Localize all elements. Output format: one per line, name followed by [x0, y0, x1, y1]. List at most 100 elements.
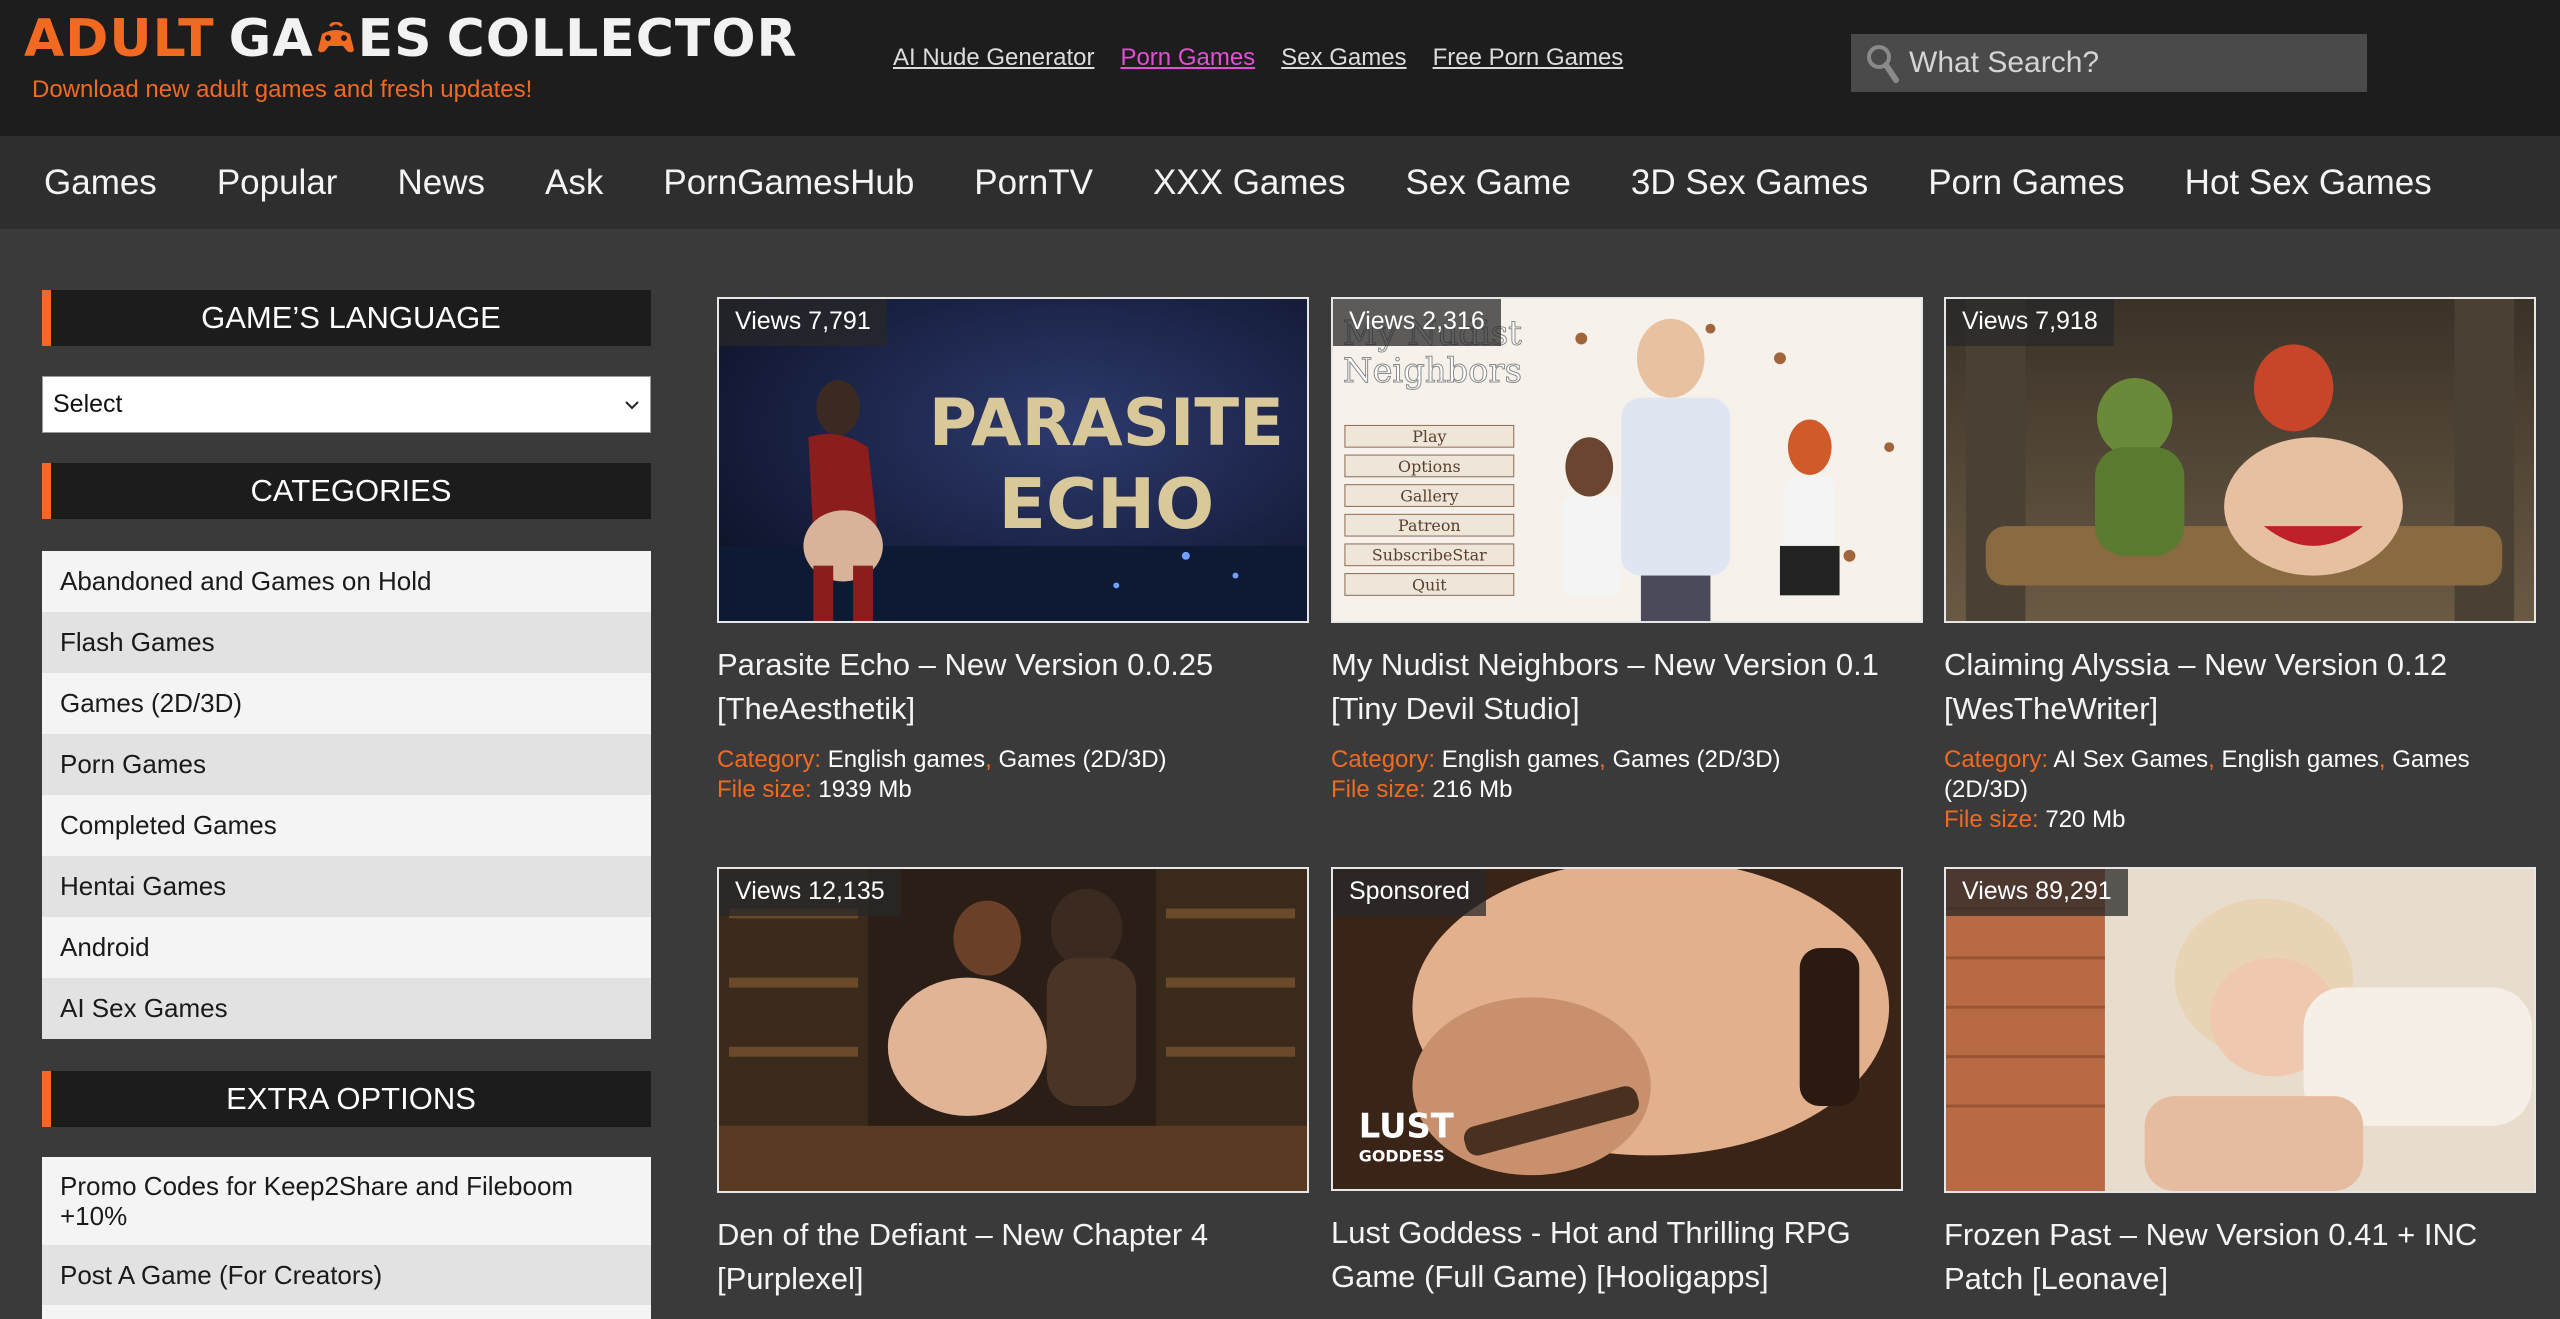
header-link-porn-games[interactable]: Porn Games — [1120, 44, 1255, 72]
file-size-label: File size: — [1944, 806, 2039, 833]
game-thumbnail[interactable]: PARASITE ECHO Views 7,791 — [717, 297, 1309, 623]
game-title-link[interactable]: Den of the Defiant – New Chapter 4 [Purp… — [717, 1213, 1309, 1301]
nav-item-ask[interactable]: Ask — [545, 163, 603, 203]
nav-item-3d-sex-games[interactable]: 3D Sex Games — [1631, 163, 1868, 203]
header-link-sex-games[interactable]: Sex Games — [1281, 44, 1406, 72]
logo-word-collector: COLLECTOR — [446, 9, 798, 69]
game-thumbnail[interactable]: My Nudist Neighbors Play Options Gallery… — [1331, 297, 1923, 623]
main-nav: Games Popular News Ask PornGamesHub Porn… — [0, 136, 2560, 229]
game-thumbnail[interactable]: Views 7,918 — [1944, 297, 2536, 623]
category-item[interactable]: Hentai Games — [42, 856, 651, 917]
category-link[interactable]: English games — [2221, 746, 2378, 773]
category-item[interactable]: Games (2D/3D) — [42, 673, 651, 734]
nav-item-sex-game[interactable]: Sex Game — [1406, 163, 1571, 203]
nav-item-news[interactable]: News — [397, 163, 485, 203]
category-link[interactable]: English games — [1442, 746, 1599, 773]
views-badge: Views 7,791 — [719, 299, 887, 346]
search-input[interactable] — [1909, 46, 2349, 80]
nav-item-hot-sex-games[interactable]: Hot Sex Games — [2185, 163, 2432, 203]
thumbnail-text: Patreon — [1398, 516, 1461, 535]
file-size-value: 216 Mb — [1432, 776, 1513, 803]
logo-word-games-start: GA — [228, 9, 314, 69]
thumbnail-text: PARASITE — [929, 385, 1284, 461]
category-item[interactable]: Porn Games — [42, 734, 651, 795]
thumbnail-art — [719, 869, 1307, 1191]
game-meta: Category: English games, Games (2D/3D) F… — [1331, 746, 1781, 803]
search-box — [1851, 34, 2367, 92]
thumbnail-art: PARASITE ECHO — [719, 299, 1307, 621]
search-icon[interactable] — [1865, 43, 1899, 83]
game-meta: Category: AI Sex Games, English games, G… — [1944, 746, 2470, 833]
extra-option-item[interactable]: Promo Codes for Keep2Share and Fileboom … — [42, 1157, 651, 1245]
game-card: Views 12,135 Den of the Defiant – New Ch… — [717, 867, 1309, 1301]
thumbnail-art: LUST GODDESS — [1333, 869, 1901, 1189]
category-label: Category: — [1944, 746, 2049, 773]
game-title-link[interactable]: My Nudist Neighbors – New Version 0.1 [T… — [1331, 643, 1923, 731]
nav-item-porn-games[interactable]: Porn Games — [1928, 163, 2124, 203]
category-link[interactable]: Games (2D/3D) — [1613, 746, 1781, 773]
category-item[interactable]: Abandoned and Games on Hold — [42, 551, 651, 612]
category-link[interactable]: English games — [828, 746, 985, 773]
thumbnail-art — [1946, 869, 2534, 1191]
thumbnail-text: Quit — [1412, 575, 1447, 594]
sponsored-thumbnail[interactable]: LUST GODDESS Sponsored — [1331, 867, 1903, 1191]
thumbnail-text: Play — [1412, 427, 1446, 446]
nav-item-games[interactable]: Games — [44, 163, 157, 203]
thumbnail-text: GODDESS — [1359, 1146, 1445, 1165]
category-item[interactable]: Android — [42, 917, 651, 978]
thumbnail-text: LUST — [1359, 1107, 1454, 1146]
language-select-value: Select — [53, 390, 123, 418]
logo-word-games-end: ES — [357, 9, 433, 69]
game-title-link[interactable]: Parasite Echo – New Version 0.0.25 [TheA… — [717, 643, 1309, 731]
category-item[interactable]: AI Sex Games — [42, 978, 651, 1039]
header-link-free-porn-games[interactable]: Free Porn Games — [1433, 44, 1624, 72]
thumbnail-text: Neighbors — [1343, 351, 1522, 390]
sidebar: GAME’S LANGUAGE Select CATEGORIES Abando… — [42, 290, 651, 1319]
category-item[interactable]: Completed Games — [42, 795, 651, 856]
chevron-down-icon — [625, 400, 639, 409]
category-link[interactable]: AI Sex Games — [2053, 746, 2208, 773]
header-link-ai-nude-generator[interactable]: AI Nude Generator — [893, 44, 1094, 72]
categories-widget-title: CATEGORIES — [42, 463, 651, 519]
extra-option-item[interactable]: Post A Game (For Creators) — [42, 1245, 651, 1305]
thumbnail-art — [1946, 299, 2534, 621]
game-thumbnail[interactable]: Views 89,291 — [1944, 867, 2536, 1193]
sponsored-card: LUST GODDESS Sponsored Lust Goddess - Ho… — [1331, 867, 1903, 1299]
site-header: ADULT GA ES COLLECTOR Download new adult… — [0, 0, 2560, 136]
nav-item-xxx-games[interactable]: XXX Games — [1153, 163, 1346, 203]
file-size-value: 1939 Mb — [818, 776, 912, 803]
game-meta: Category: English games, Games (2D/3D) F… — [717, 746, 1167, 803]
game-title-link[interactable]: Claiming Alyssia – New Version 0.12 [Wes… — [1944, 643, 2536, 731]
site-tagline: Download new adult games and fresh updat… — [32, 76, 533, 103]
gamepad-icon — [316, 22, 356, 56]
categories-list: Abandoned and Games on Hold Flash Games … — [42, 551, 651, 1039]
file-size-value: 720 Mb — [2045, 806, 2126, 833]
language-widget-title: GAME’S LANGUAGE — [42, 290, 651, 346]
header-links: AI Nude Generator Porn Games Sex Games F… — [893, 44, 1623, 72]
category-link[interactable]: Games (2D/3D) — [999, 746, 1167, 773]
game-card: Views 7,918 Claiming Alyssia – New Versi… — [1944, 297, 2536, 835]
extra-option-item-partial — [42, 1305, 651, 1319]
views-badge: Views 12,135 — [719, 869, 901, 916]
game-card: Views 89,291 Frozen Past – New Version 0… — [1944, 867, 2536, 1301]
game-title-link[interactable]: Frozen Past – New Version 0.41 + INC Pat… — [1944, 1213, 2536, 1301]
extra-options-widget-title: EXTRA OPTIONS — [42, 1071, 651, 1127]
thumbnail-text: Options — [1398, 457, 1461, 476]
nav-item-porntv[interactable]: PornTV — [974, 163, 1093, 203]
nav-item-popular[interactable]: Popular — [217, 163, 338, 203]
nav-item-porngameshub[interactable]: PornGamesHub — [663, 163, 914, 203]
file-size-label: File size: — [717, 776, 812, 803]
views-badge: Views 7,918 — [1946, 299, 2114, 346]
sponsored-title-link[interactable]: Lust Goddess - Hot and Thrilling RPG Gam… — [1331, 1211, 1903, 1299]
category-label: Category: — [717, 746, 822, 773]
language-select[interactable]: Select — [42, 376, 651, 433]
sponsored-badge: Sponsored — [1333, 869, 1486, 916]
game-thumbnail[interactable]: Views 12,135 — [717, 867, 1309, 1193]
site-logo[interactable]: ADULT GA ES COLLECTOR — [24, 8, 798, 70]
category-item[interactable]: Flash Games — [42, 612, 651, 673]
thumbnail-art: My Nudist Neighbors Play Options Gallery… — [1333, 299, 1921, 621]
extra-options-list: Promo Codes for Keep2Share and Fileboom … — [42, 1157, 651, 1319]
game-card: My Nudist Neighbors Play Options Gallery… — [1331, 297, 1923, 805]
thumbnail-text: Gallery — [1400, 487, 1458, 506]
category-label: Category: — [1331, 746, 1436, 773]
